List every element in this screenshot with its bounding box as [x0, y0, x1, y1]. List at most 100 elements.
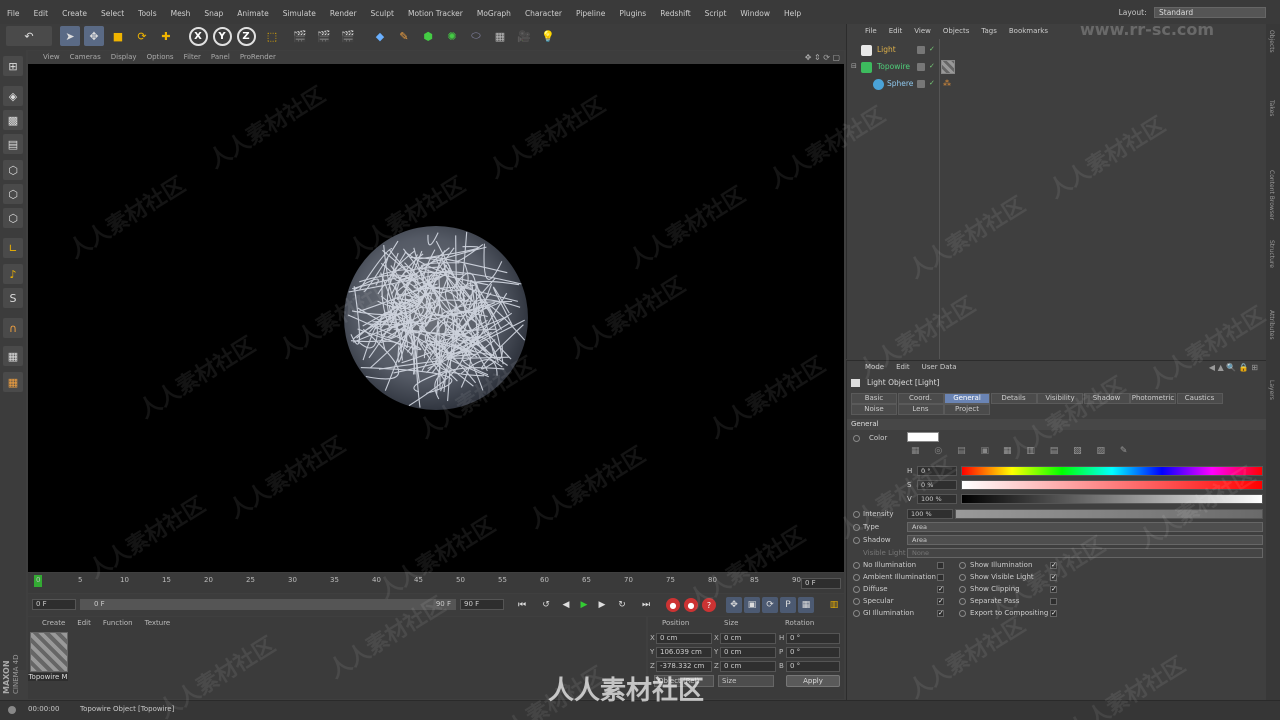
attribute-nav-icons[interactable]: ◀ ▲ 🔍 🔒 ⊞ — [1209, 363, 1258, 372]
move-tool-icon[interactable]: ✥ — [84, 26, 104, 46]
viewport-menu-filter[interactable]: Filter — [179, 51, 206, 64]
viewport-menu-options[interactable]: Options — [142, 51, 179, 64]
hue-field[interactable]: 0 ° — [917, 466, 957, 476]
check-anim-icon[interactable] — [853, 598, 860, 605]
checkbox[interactable]: ✓ — [1050, 610, 1057, 617]
visible-light-dropdown[interactable]: None — [907, 548, 1263, 558]
points-mode-icon[interactable]: ⬡ — [3, 160, 23, 180]
menu-item-render[interactable]: Render — [323, 0, 364, 27]
object-name-topowire[interactable]: Topowire — [877, 59, 910, 75]
tab-visibility[interactable]: Visibility — [1037, 393, 1083, 404]
color-anim-icon[interactable] — [853, 435, 860, 442]
undo-button[interactable]: ↶ — [6, 26, 52, 46]
intensity-anim-icon[interactable] — [853, 511, 860, 518]
menu-item-redshift[interactable]: Redshift — [653, 0, 697, 27]
tab-shadow[interactable]: Shadow — [1083, 393, 1130, 404]
tab-project[interactable]: Project — [944, 404, 990, 415]
record-icon[interactable]: ● — [666, 598, 680, 612]
rot-b-field[interactable]: 0 ° — [786, 661, 840, 672]
color-swatch[interactable] — [907, 432, 939, 442]
model-mode-icon[interactable]: ◈ — [3, 86, 23, 106]
tab-caustics[interactable]: Caustics — [1176, 393, 1223, 404]
goto-end-icon[interactable]: ⏭ — [638, 597, 654, 613]
object-name-light[interactable]: Light — [877, 42, 896, 58]
menu-item-mesh[interactable]: Mesh — [164, 0, 198, 27]
scale-tool-icon[interactable]: ■ — [108, 26, 128, 46]
check-anim-icon[interactable] — [959, 562, 966, 569]
object-menu-file[interactable]: File — [859, 24, 883, 39]
current-frame-field[interactable]: 0 F — [801, 578, 841, 589]
tab-noise[interactable]: Noise — [851, 404, 897, 415]
material-menu-texture[interactable]: Texture — [139, 617, 177, 629]
axis-mode-icon[interactable]: ∟ — [3, 238, 23, 258]
right-tab-layers[interactable]: Layers — [1268, 380, 1275, 400]
checkbox[interactable]: ✓ — [1050, 574, 1057, 581]
object-row-light[interactable]: Light ✓ — [847, 42, 1267, 58]
object-menu-objects[interactable]: Objects — [937, 24, 975, 39]
visibility-dots-icon[interactable] — [917, 80, 925, 88]
check-anim-icon[interactable] — [853, 610, 860, 617]
checkbox[interactable]: ✓ — [937, 610, 944, 617]
check-anim-icon[interactable] — [853, 562, 860, 569]
autokey-icon[interactable]: ● — [684, 598, 698, 612]
key-position-icon[interactable]: ✥ — [726, 597, 742, 613]
layout-dropdown[interactable]: Standard — [1154, 7, 1266, 18]
attribute-menu-edit[interactable]: Edit — [890, 361, 916, 374]
menu-item-animate[interactable]: Animate — [230, 0, 275, 27]
render-view-icon[interactable]: 🎬 — [290, 26, 310, 46]
start-frame-field[interactable]: 0 F — [32, 599, 76, 610]
material-name[interactable]: Topowire M — [28, 673, 68, 681]
viewport-menu-cameras[interactable]: Cameras — [65, 51, 106, 64]
menu-item-snap[interactable]: Snap — [197, 0, 230, 27]
subdivision-icon[interactable]: ⬢ — [418, 26, 438, 46]
object-menu-tags[interactable]: Tags — [975, 24, 1003, 39]
next-key-icon[interactable]: ↻ — [614, 597, 630, 613]
edges-mode-icon[interactable]: ⬡ — [3, 184, 23, 204]
menu-item-motion-tracker[interactable]: Motion Tracker — [401, 0, 470, 27]
play-icon[interactable]: ▶ — [576, 597, 592, 613]
pos-z-field[interactable]: -378.332 cm — [656, 661, 712, 672]
camera-icon[interactable]: 🎥 — [514, 26, 534, 46]
render-settings-icon[interactable]: 🎬 — [338, 26, 358, 46]
deformer-icon[interactable]: ⬭ — [466, 26, 486, 46]
check-anim-icon[interactable] — [853, 586, 860, 593]
intensity-slider[interactable] — [955, 509, 1263, 519]
size-mode-dropdown[interactable]: Size — [718, 675, 774, 687]
range-slider[interactable]: 0 F 90 F — [80, 599, 456, 610]
size-z-field[interactable]: 0 cm — [720, 661, 776, 672]
right-tab-attributes[interactable]: Attributes — [1268, 310, 1275, 340]
object-row-sphere[interactable]: Sphere ✓ ⁂ — [847, 76, 1267, 92]
tab-lens[interactable]: Lens — [897, 404, 944, 415]
light-icon[interactable]: 💡 — [538, 26, 558, 46]
type-dropdown[interactable]: Area — [907, 522, 1263, 532]
enabled-check-icon[interactable]: ✓ — [929, 45, 935, 53]
object-menu-view[interactable]: View — [908, 24, 937, 39]
size-x-field[interactable]: 0 cm — [720, 633, 776, 644]
texture-mode-icon[interactable]: ▩ — [3, 110, 23, 130]
menu-item-select[interactable]: Select — [94, 0, 131, 27]
viewport-menu-panel[interactable]: Panel — [206, 51, 235, 64]
menu-item-file[interactable]: File — [0, 0, 27, 27]
tab-coord[interactable]: Coord. — [897, 393, 944, 404]
tab-photometric[interactable]: Photometric — [1130, 393, 1176, 404]
render-picture-viewer-icon[interactable]: 🎬 — [314, 26, 334, 46]
intensity-field[interactable]: 100 % — [907, 509, 953, 519]
menu-item-plugins[interactable]: Plugins — [612, 0, 653, 27]
color-model-icons[interactable]: ▦ ▥ ▤ ▧ ▨ ✎ — [1003, 446, 1133, 456]
material-tag-icon[interactable] — [941, 60, 955, 74]
check-anim-icon[interactable] — [853, 574, 860, 581]
visibility-dots-icon[interactable] — [917, 63, 925, 71]
viewport-menu-display[interactable]: Display — [106, 51, 142, 64]
menu-item-script[interactable]: Script — [698, 0, 734, 27]
key-pla-icon[interactable]: ▦ — [798, 597, 814, 613]
right-tab-objects[interactable]: Objects — [1268, 30, 1275, 53]
checkbox[interactable] — [937, 574, 944, 581]
shadow-dropdown[interactable]: Area — [907, 535, 1263, 545]
coordinate-system-icon[interactable]: ⬚ — [262, 26, 282, 46]
layout-selector[interactable]: Layout: Standard — [1119, 7, 1266, 18]
rot-h-field[interactable]: 0 ° — [786, 633, 840, 644]
menu-item-mograph[interactable]: MoGraph — [470, 0, 518, 27]
hue-slider[interactable] — [961, 466, 1263, 476]
keyframe-selection-icon[interactable]: ? — [702, 598, 716, 612]
right-tab-structure[interactable]: Structure — [1268, 240, 1275, 268]
